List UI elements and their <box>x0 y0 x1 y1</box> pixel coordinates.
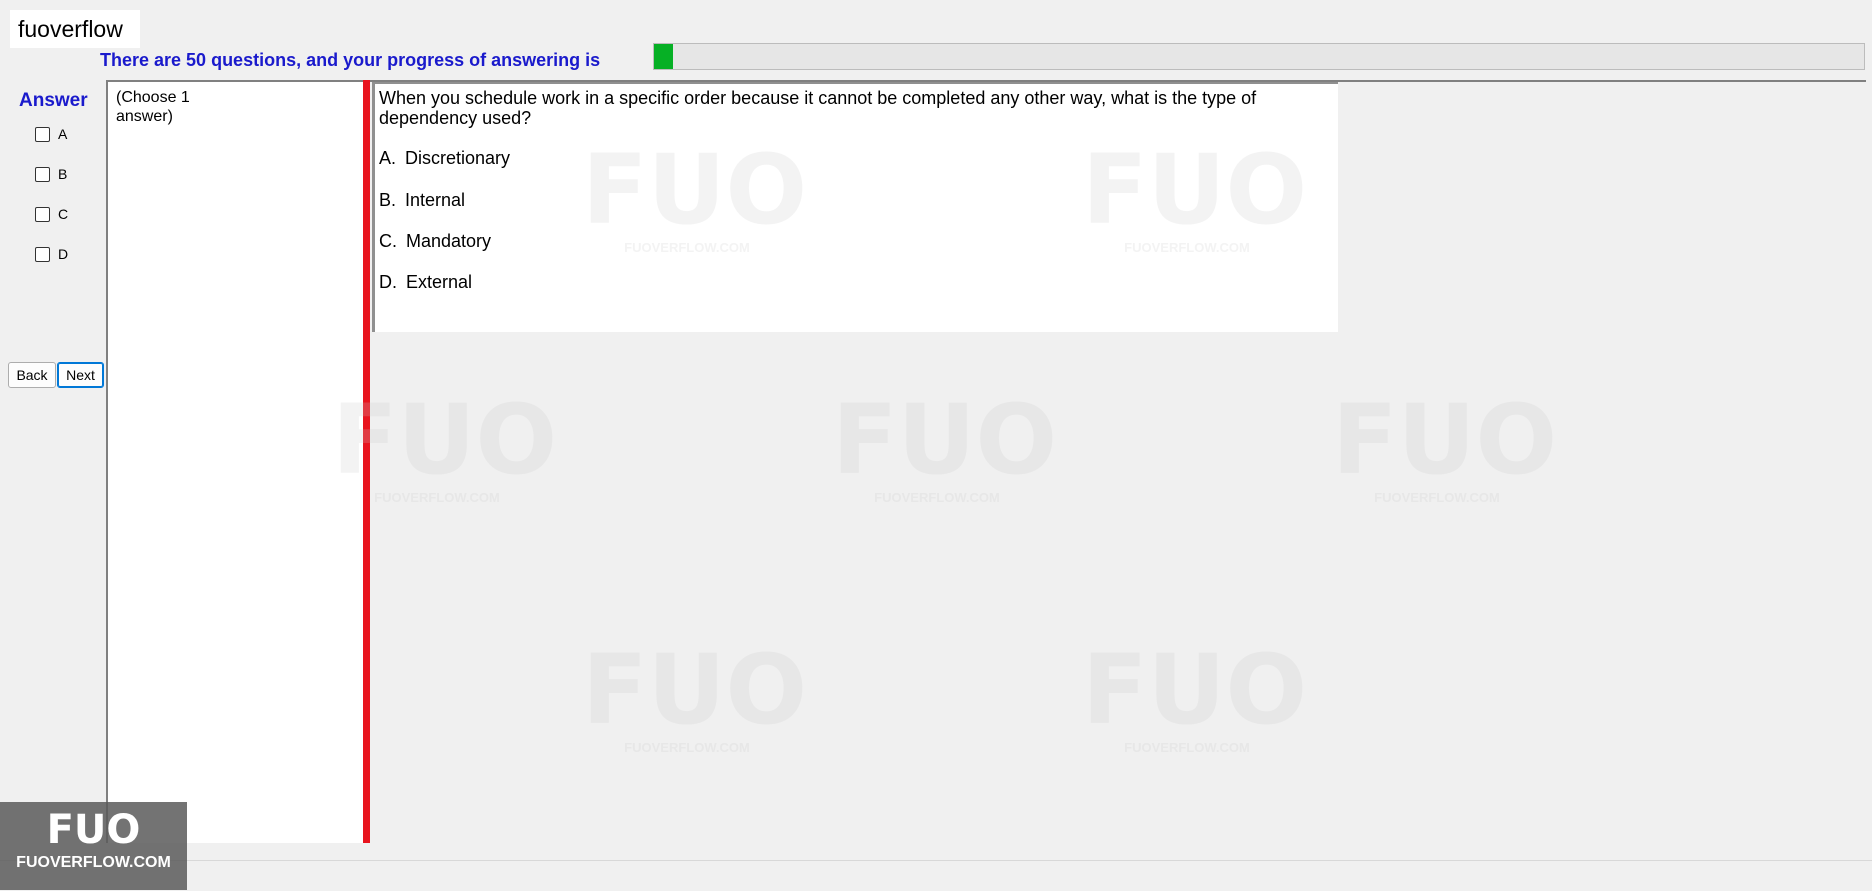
option-a-label: A <box>58 126 68 142</box>
option-d-checkbox[interactable] <box>35 246 50 262</box>
progress-text: There are 50 questions, and your progres… <box>100 50 601 70</box>
logo-mark: FUO <box>46 807 141 853</box>
question-text: When you schedule work in a specific ord… <box>379 88 1257 128</box>
option-d-label: D <box>58 246 69 262</box>
option-b-label: B <box>58 166 68 182</box>
option-c-label: C <box>58 206 69 222</box>
option-b-checkbox[interactable] <box>35 166 50 182</box>
question-panel: When you schedule work in a specific ord… <box>372 82 1338 332</box>
choice-d-letter: D. <box>379 272 397 292</box>
choice-c-text: Mandatory <box>406 231 492 251</box>
app-label: fuoverflow <box>10 10 140 48</box>
choice-c-letter: C. <box>379 231 397 251</box>
status-strip <box>0 860 1872 891</box>
choice-b-text: Internal <box>405 190 466 210</box>
progress-bar <box>653 43 1865 70</box>
choice-a-letter: A. <box>379 148 397 168</box>
choice-d-text: External <box>406 272 473 292</box>
site-logo: FUO FUOVERFLOW.COM <box>0 802 187 890</box>
answer-heading: Answer <box>19 90 88 111</box>
choice-d: D. External <box>379 272 472 293</box>
option-a[interactable]: A <box>35 126 67 142</box>
choice-b-letter: B. <box>379 190 397 210</box>
next-button[interactable]: Next <box>57 362 104 388</box>
option-b[interactable]: B <box>35 166 67 182</box>
choice-b: B. Internal <box>379 190 465 211</box>
instruction-panel: (Choose 1 answer) <box>108 82 363 843</box>
option-a-checkbox[interactable] <box>35 126 50 142</box>
option-c[interactable]: C <box>35 206 68 222</box>
logo-text: FUOVERFLOW.COM <box>16 854 171 871</box>
red-divider <box>363 80 370 843</box>
option-c-checkbox[interactable] <box>35 206 50 222</box>
option-d[interactable]: D <box>35 246 68 262</box>
progress-fill <box>654 44 674 69</box>
choice-a: A. Discretionary <box>379 148 510 169</box>
back-button[interactable]: Back <box>8 362 56 388</box>
choice-a-text: Discretionary <box>405 148 511 168</box>
choice-c: C. Mandatory <box>379 231 491 252</box>
instruction-text: (Choose 1 answer) <box>116 89 190 125</box>
